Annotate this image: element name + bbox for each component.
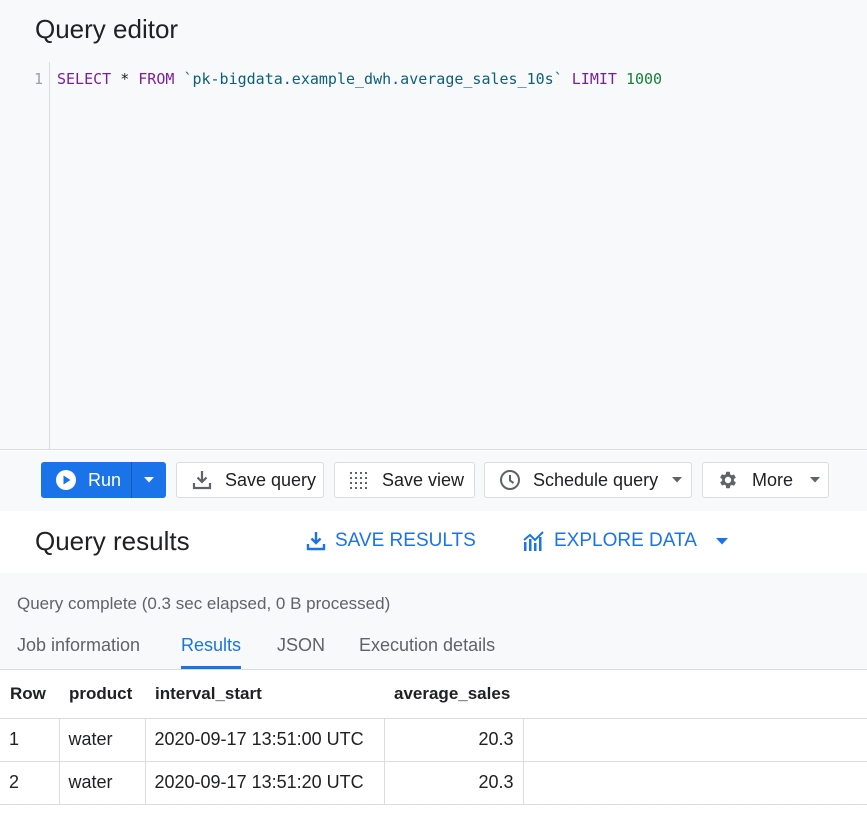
cell-average-sales: 20.3 — [384, 761, 524, 805]
page-title: Query editor — [35, 14, 179, 44]
editor-toolbar: Run Save query Save view Schedule query … — [0, 451, 867, 511]
schedule-query-label: Schedule query — [533, 469, 659, 490]
column-header-filler — [523, 671, 867, 719]
column-header-product: product — [59, 671, 145, 719]
keyword-select: SELECT — [57, 70, 112, 88]
cell-product: water — [59, 761, 146, 805]
limit-value: 1000 — [625, 70, 663, 88]
tab-json[interactable]: JSON — [277, 635, 325, 656]
grid-dots-icon — [350, 472, 367, 489]
code-editor[interactable]: 1 SELECT * FROM `pk-bigdata.example_dwh.… — [0, 62, 867, 450]
column-header-interval-start: interval_start — [145, 671, 384, 719]
run-button[interactable]: Run — [41, 462, 131, 498]
operator-star: * — [120, 70, 130, 88]
save-query-label: Save query — [225, 469, 317, 490]
download-icon — [306, 532, 326, 551]
cell-interval-start: 2020-09-17 13:51:20 UTC — [145, 761, 385, 805]
code-line[interactable]: SELECT * FROM `pk-bigdata.example_dwh.av… — [57, 70, 662, 88]
more-button[interactable]: More — [702, 462, 829, 498]
line-gutter: 1 — [0, 62, 50, 450]
table-reference: `pk-bigdata.example_dwh.average_sales_10… — [183, 70, 563, 88]
cell-product: water — [59, 718, 146, 762]
more-label: More — [752, 469, 794, 490]
run-button-group: Run — [41, 462, 166, 498]
chevron-down-icon — [810, 477, 821, 483]
cell-filler — [523, 718, 867, 762]
clock-icon — [500, 470, 520, 490]
cell-interval-start: 2020-09-17 13:51:00 UTC — [145, 718, 385, 762]
table-row[interactable]: 1 water 2020-09-17 13:51:00 UTC 20.3 — [0, 718, 867, 762]
keyword-limit: LIMIT — [571, 70, 617, 88]
column-header-average-sales: average_sales — [384, 671, 523, 719]
tab-job-information[interactable]: Job information — [17, 635, 140, 656]
cell-average-sales: 20.3 — [384, 718, 524, 762]
save-results-button[interactable]: SAVE RESULTS — [305, 530, 476, 552]
chevron-down-icon — [715, 537, 728, 544]
keyword-from: FROM — [138, 70, 175, 88]
results-title: Query results — [35, 526, 190, 556]
run-label: Run — [88, 469, 122, 490]
query-status: Query complete (0.3 sec elapsed, 0 B pro… — [17, 594, 391, 613]
gear-icon — [720, 471, 736, 489]
results-header: Query results SAVE RESULTS EXPLORE DATA — [0, 511, 867, 573]
explore-data-button[interactable]: EXPLORE DATA — [522, 530, 729, 552]
tab-execution-details[interactable]: Execution details — [359, 635, 495, 656]
run-dropdown-button[interactable] — [132, 462, 166, 498]
chevron-down-icon — [144, 477, 154, 483]
active-tab-indicator — [181, 666, 241, 669]
table-header-row: Row product interval_start average_sales — [0, 671, 867, 719]
column-header-row: Row — [0, 671, 59, 719]
chevron-down-icon — [672, 477, 683, 483]
chart-icon — [523, 531, 544, 551]
explore-data-label: EXPLORE DATA — [554, 530, 697, 551]
play-icon — [56, 470, 76, 490]
table-row[interactable]: 2 water 2020-09-17 13:51:20 UTC 20.3 — [0, 761, 867, 805]
line-number: 1 — [33, 70, 43, 88]
cell-filler — [523, 761, 867, 805]
schedule-query-button[interactable]: Schedule query — [484, 462, 692, 498]
download-icon — [192, 471, 212, 490]
results-status-area: Query complete (0.3 sec elapsed, 0 B pro… — [0, 573, 867, 670]
save-view-label: Save view — [382, 469, 465, 490]
cell-row: 2 — [0, 761, 60, 805]
cell-row: 1 — [0, 718, 60, 762]
save-query-button[interactable]: Save query — [176, 462, 324, 498]
save-view-button[interactable]: Save view — [334, 462, 475, 498]
save-results-label: SAVE RESULTS — [335, 530, 476, 551]
tab-results[interactable]: Results — [181, 635, 241, 656]
editor-header: Query editor — [0, 0, 867, 62]
results-table: Row product interval_start average_sales… — [0, 671, 867, 805]
